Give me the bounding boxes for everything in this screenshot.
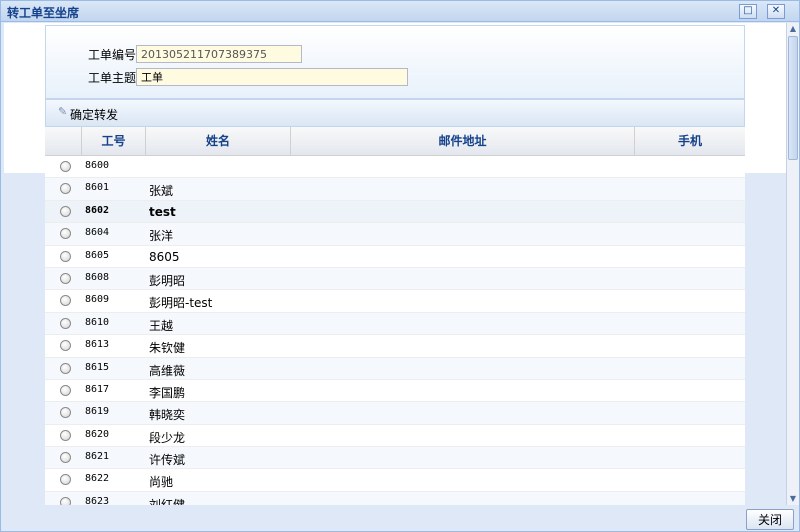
row-radio[interactable] [60,452,71,464]
row-radio[interactable] [60,183,71,195]
agent-id-cell: 8600 [85,160,110,171]
table-row[interactable]: 8600 [45,156,745,179]
agent-id-cell: 8605 [85,249,110,261]
table-row[interactable]: 8610 王越 [45,312,745,336]
scroll-up-icon[interactable]: ▲ [787,23,799,35]
agent-name-cell: test [149,204,176,219]
agent-name-cell: 8605 [149,249,180,264]
table-row[interactable]: 8601 张斌 [45,178,745,201]
row-radio[interactable] [60,295,71,307]
agent-grid: 工号 姓名 邮件地址 手机 8600 8601 张斌 8602 test 8604 张洋 86… [45,127,745,505]
table-row[interactable]: 8604 张洋 [45,223,745,246]
table-row[interactable]: 8608 彭明昭 [45,267,745,291]
agent-name-cell: 高维薇 [149,363,186,378]
row-radio[interactable] [60,384,71,396]
agent-name-cell: 尚驰 [149,475,174,490]
table-row[interactable]: 8605 8605 [45,246,745,268]
subject-field[interactable] [136,68,408,86]
row-radio[interactable] [60,272,71,284]
row-radio[interactable] [60,205,71,217]
table-row[interactable]: 8621 许传斌 [45,447,745,470]
header-select [45,127,82,156]
close-icon: ✕ [771,5,781,16]
order-no-field[interactable] [136,45,302,63]
row-radio[interactable] [60,496,71,505]
header-email[interactable]: 邮件地址 [291,127,635,156]
agent-id-cell: 8608 [85,271,110,283]
agent-name-cell: 段少龙 [149,430,186,445]
close-button[interactable]: 关闭 [746,509,794,530]
vertical-scrollbar[interactable]: ▲ ▼ [786,23,799,505]
table-row[interactable]: 8623 刘红健 [45,491,745,505]
row-radio[interactable] [60,340,71,352]
order-no-label: 工单编号 [88,48,137,62]
table-row[interactable]: 8613 朱钦健 [45,335,745,358]
table-row[interactable]: 8602 test [45,200,745,224]
agent-name-cell: 韩晓奕 [149,408,186,423]
agent-id-cell: 8604 [85,227,110,239]
table-row[interactable]: 8619 韩晓奕 [45,402,745,425]
header-name[interactable]: 姓名 [146,127,291,156]
agent-id-cell: 8623 [85,495,110,505]
agent-id-cell: 8619 [85,406,110,418]
agent-id-cell: 8601 [85,182,110,194]
agent-name-cell: 刘红健 [149,497,186,505]
header-mobile[interactable]: 手机 [635,127,745,156]
agent-name-cell: 张洋 [149,229,174,244]
order-form-panel: 工单编号 工单主题 [45,25,745,99]
agent-id-cell: 8621 [85,451,110,463]
agent-name-cell: 彭明昭-test [149,296,213,311]
scroll-thumb[interactable] [788,36,798,160]
grid-header: 工号 姓名 邮件地址 手机 [45,127,745,156]
agent-name-cell: 李国鹏 [149,385,186,400]
window-title: 转工单至坐席 [7,6,80,20]
agent-id-cell: 8613 [85,339,110,351]
table-row[interactable]: 8617 李国鹏 [45,380,745,403]
header-agent-id[interactable]: 工号 [82,127,146,156]
confirm-forward-button[interactable]: 确定转发 [70,106,118,123]
table-row[interactable]: 8620 段少龙 [45,425,745,448]
table-row[interactable]: 8609 彭明昭-test [45,290,745,313]
grid-rows: 8600 8601 张斌 8602 test 8604 张洋 8605 8605 8608 彭明昭 8… [45,156,745,505]
table-row[interactable]: 8622 尚驰 [45,469,745,492]
grid-toolbar: ✎ 确定转发 [45,99,745,127]
pencil-icon: ✎ [58,105,68,118]
row-radio[interactable] [60,474,71,486]
dialog-footer: 关闭 [1,505,799,531]
agent-name-cell: 王越 [149,318,174,333]
row-radio[interactable] [60,250,71,262]
row-radio[interactable] [60,317,71,329]
agent-id-cell: 8609 [85,294,110,306]
table-row[interactable]: 8615 高维薇 [45,357,745,380]
row-radio[interactable] [60,228,71,240]
agent-name-cell: 彭明昭 [149,273,186,288]
maximize-button[interactable]: □ [739,4,757,19]
close-window-button[interactable]: ✕ [767,4,785,19]
row-radio[interactable] [60,429,71,441]
agent-name-cell: 许传斌 [149,453,186,468]
maximize-icon: □ [743,5,753,16]
agent-name-cell: 张斌 [149,184,174,199]
agent-id-cell: 8610 [85,316,110,328]
dialog-window: 转工单至坐席 □ ✕ 工单编号 工单主题 ✎ 确定转发 工号 姓名 邮件地址 手… [0,0,800,532]
row-radio[interactable] [60,362,71,374]
row-radio[interactable] [60,161,71,172]
agent-id-cell: 8622 [85,473,110,485]
scroll-down-icon[interactable]: ▼ [787,493,799,505]
agent-id-cell: 8615 [85,361,110,373]
title-bar[interactable]: 转工单至坐席 □ ✕ [1,1,799,22]
agent-name-cell: 朱钦健 [149,341,186,356]
agent-id-cell: 8617 [85,383,110,395]
row-radio[interactable] [60,407,71,419]
dialog-body: 工单编号 工单主题 ✎ 确定转发 工号 姓名 邮件地址 手机 8600 8601 张… [4,23,786,505]
subject-label: 工单主题 [88,71,137,85]
agent-id-cell: 8602 [85,204,110,216]
agent-id-cell: 8620 [85,428,110,440]
